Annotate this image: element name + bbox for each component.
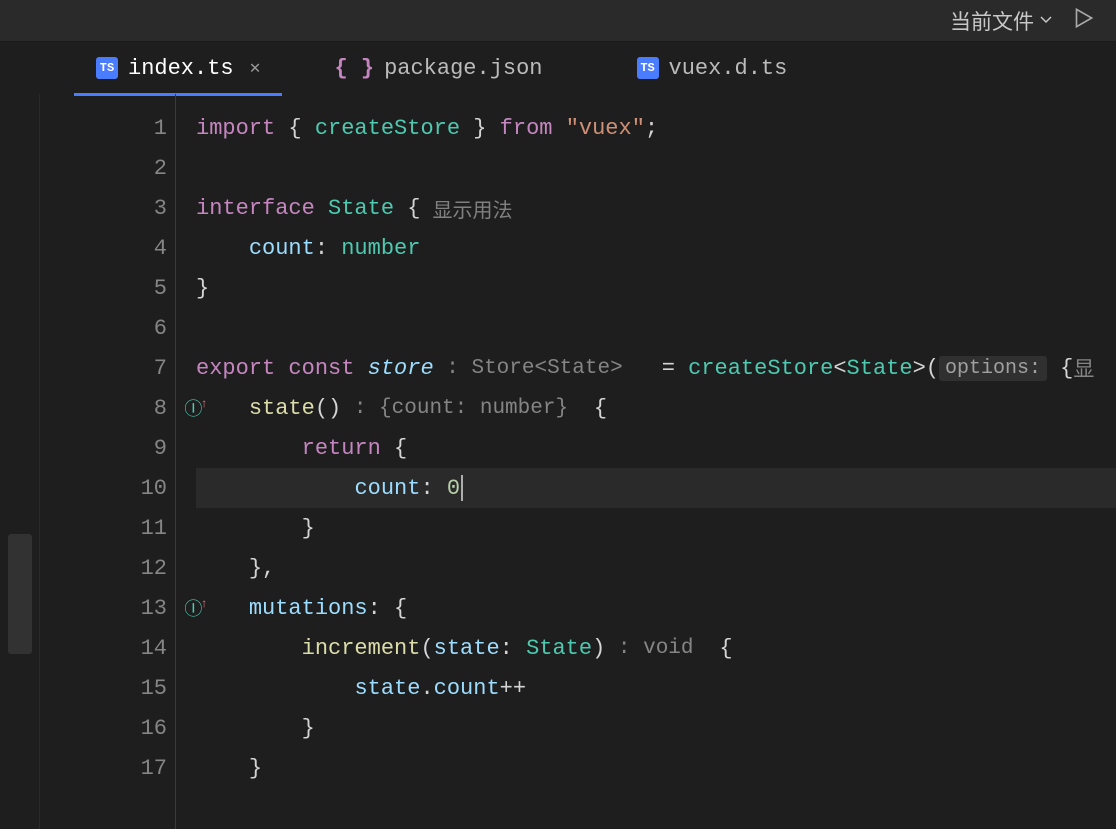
- tab-index-ts[interactable]: TS index.ts ✕: [74, 42, 282, 94]
- scroll-handle[interactable]: [8, 534, 32, 654]
- code-line: count: number: [196, 228, 1116, 268]
- tab-label: package.json: [384, 56, 542, 81]
- close-icon[interactable]: ✕: [250, 57, 261, 79]
- line-number: 4: [127, 236, 167, 261]
- code-line: }: [196, 268, 1116, 308]
- code-line: [196, 308, 1116, 348]
- code-line: increment(state: State) : void {: [196, 628, 1116, 668]
- left-activity-bar: [0, 94, 40, 829]
- scope-label: 当前文件: [950, 6, 1034, 36]
- code-line: }: [196, 508, 1116, 548]
- line-number: 1: [127, 116, 167, 141]
- code-editor[interactable]: import { createStore } from "vuex"; inte…: [175, 94, 1116, 829]
- line-number: 8: [127, 396, 167, 421]
- run-icon[interactable]: [1070, 5, 1096, 36]
- code-line: return {: [196, 428, 1116, 468]
- tab-package-json[interactable]: { } package.json: [312, 42, 564, 94]
- top-toolbar: 当前文件: [0, 0, 1116, 42]
- line-number: 13: [127, 596, 167, 621]
- line-number: 3: [127, 196, 167, 221]
- type-hint: : Store<State>: [434, 357, 636, 380]
- code-line: [196, 148, 1116, 188]
- line-number: 12: [127, 556, 167, 581]
- line-number: 15: [127, 676, 167, 701]
- code-line: }: [196, 708, 1116, 748]
- line-number: 9: [127, 436, 167, 461]
- code-line: state() : {count: number} {: [196, 388, 1116, 428]
- code-line: export const store : Store<State> = crea…: [196, 348, 1116, 388]
- line-number: 10: [127, 476, 167, 501]
- editor-area: 1 2 3 4 5 6 7 8 Ⓘ↑ 9 10 11 12 13 Ⓘ↑ 14 1…: [0, 94, 1116, 829]
- line-number: 16: [127, 716, 167, 741]
- tab-label: vuex.d.ts: [669, 56, 788, 81]
- line-number: 17: [127, 756, 167, 781]
- line-number: 6: [127, 316, 167, 341]
- line-number: 11: [127, 516, 167, 541]
- scope-selector[interactable]: 当前文件: [950, 6, 1054, 36]
- code-line: }: [196, 748, 1116, 788]
- chevron-down-icon: [1038, 9, 1054, 33]
- code-line: state.count++: [196, 668, 1116, 708]
- typescript-icon: TS: [96, 57, 118, 79]
- type-hint: : void: [605, 637, 706, 660]
- tab-bar: TS index.ts ✕ { } package.json TS vuex.d…: [0, 42, 1116, 94]
- line-number: 7: [127, 356, 167, 381]
- code-line: },: [196, 548, 1116, 588]
- code-line: import { createStore } from "vuex";: [196, 108, 1116, 148]
- line-number: 14: [127, 636, 167, 661]
- type-hint: : {count: number}: [341, 397, 580, 420]
- tab-label: index.ts: [128, 56, 234, 81]
- param-hint: options:: [939, 356, 1047, 381]
- code-line: mutations: {: [196, 588, 1116, 628]
- line-number: 2: [127, 156, 167, 181]
- typescript-icon: TS: [637, 57, 659, 79]
- tab-vuex-d-ts[interactable]: TS vuex.d.ts: [615, 42, 810, 94]
- text-cursor: [461, 475, 463, 501]
- code-line-current: count: 0: [196, 468, 1116, 508]
- line-number-gutter: 1 2 3 4 5 6 7 8 Ⓘ↑ 9 10 11 12 13 Ⓘ↑ 14 1…: [40, 94, 175, 829]
- code-line: interface State {显示用法: [196, 188, 1116, 228]
- line-number: 5: [127, 276, 167, 301]
- show-usages-link[interactable]: 显示用法: [432, 194, 512, 223]
- json-icon: { }: [334, 56, 374, 81]
